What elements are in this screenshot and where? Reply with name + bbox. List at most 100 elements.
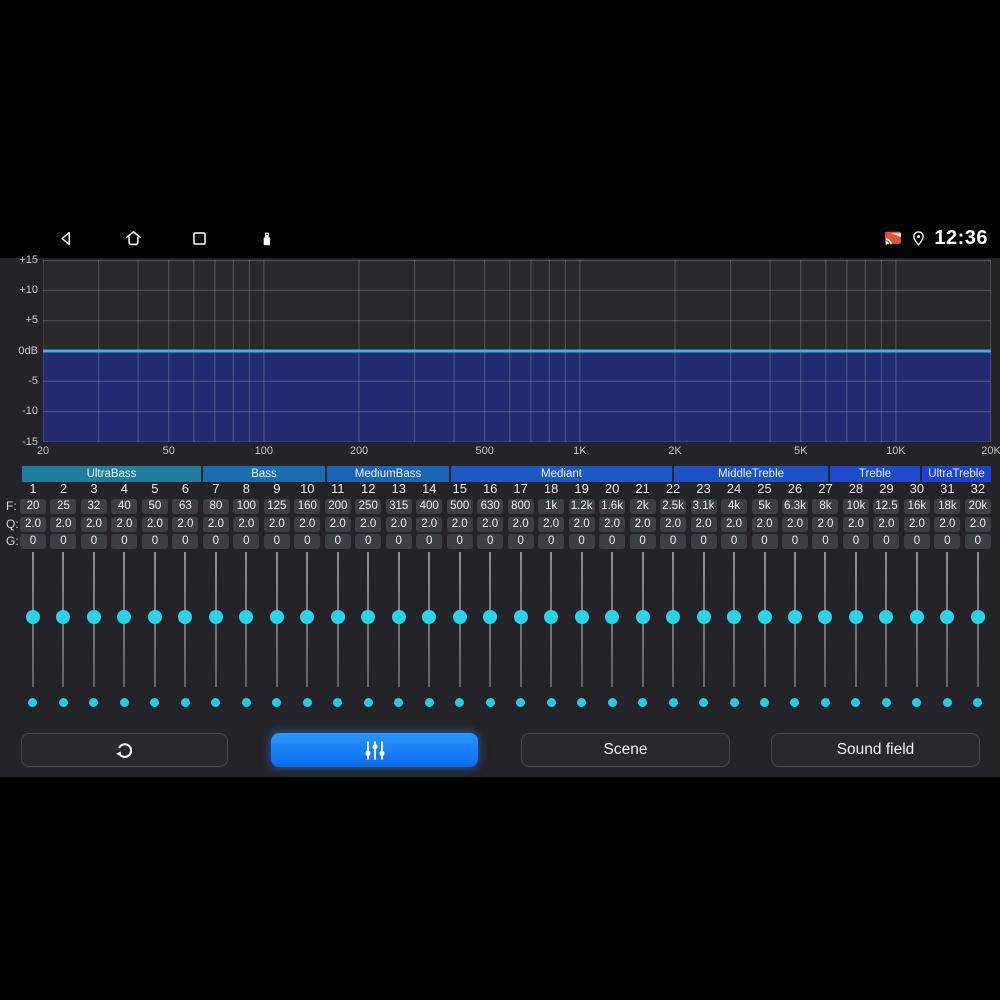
slider-knob[interactable]: [757, 610, 772, 624]
freq-value-box[interactable]: 800: [507, 499, 534, 514]
gain-value-box[interactable]: 0: [141, 534, 168, 549]
gain-value-box[interactable]: 0: [263, 534, 290, 549]
gain-value-box[interactable]: 0: [202, 534, 229, 549]
slider-knob[interactable]: [300, 610, 315, 624]
q-value-box[interactable]: 2.0: [507, 516, 534, 532]
gain-value-box[interactable]: 0: [873, 534, 900, 549]
gain-value-box[interactable]: 0: [233, 534, 260, 549]
home-icon[interactable]: [124, 229, 143, 248]
band-segment-ultratreble[interactable]: UltraTreble: [922, 466, 991, 482]
q-value-box[interactable]: 2.0: [80, 516, 107, 532]
gain-value-box[interactable]: 0: [19, 534, 46, 549]
freq-value-box[interactable]: 2k: [629, 499, 656, 514]
gain-value-box[interactable]: 0: [111, 534, 138, 549]
q-value-box[interactable]: 2.0: [202, 516, 229, 532]
freq-value-box[interactable]: 200: [324, 499, 351, 514]
band-segment-treble[interactable]: Treble: [830, 466, 920, 482]
band-segment-bass[interactable]: Bass: [203, 466, 325, 482]
slider-knob[interactable]: [422, 610, 437, 624]
slider-knob[interactable]: [879, 610, 894, 624]
gain-value-box[interactable]: 0: [172, 534, 199, 549]
gain-value-box[interactable]: 0: [355, 534, 382, 549]
freq-value-box[interactable]: 400: [416, 499, 443, 514]
slider-knob[interactable]: [605, 610, 620, 624]
slider-knob[interactable]: [178, 610, 193, 624]
slider-knob[interactable]: [574, 610, 589, 624]
q-value-box[interactable]: 2.0: [934, 516, 961, 532]
slider-knob[interactable]: [909, 610, 924, 624]
q-value-box[interactable]: 2.0: [812, 516, 839, 532]
gain-value-box[interactable]: 0: [964, 534, 991, 549]
q-value-box[interactable]: 2.0: [50, 516, 77, 532]
freq-value-box[interactable]: 80: [202, 499, 229, 514]
gain-value-box[interactable]: 0: [324, 534, 351, 549]
slider-knob[interactable]: [56, 610, 71, 624]
slider-knob[interactable]: [25, 610, 40, 624]
slider-knob[interactable]: [269, 610, 284, 624]
q-value-box[interactable]: 2.0: [355, 516, 382, 532]
gain-value-box[interactable]: 0: [751, 534, 778, 549]
q-value-box[interactable]: 2.0: [477, 516, 504, 532]
q-value-box[interactable]: 2.0: [324, 516, 351, 532]
slider-knob[interactable]: [117, 610, 132, 624]
slider-knob[interactable]: [361, 610, 376, 624]
q-value-box[interactable]: 2.0: [842, 516, 869, 532]
slider-knob[interactable]: [391, 610, 406, 624]
gain-value-box[interactable]: 0: [507, 534, 534, 549]
freq-value-box[interactable]: 50: [141, 499, 168, 514]
slider-knob[interactable]: [452, 610, 467, 624]
freq-value-box[interactable]: 3.1k: [690, 499, 717, 514]
band-segment-mediant[interactable]: Mediant: [451, 466, 672, 482]
slider-knob[interactable]: [239, 610, 254, 624]
q-value-box[interactable]: 2.0: [141, 516, 168, 532]
q-value-box[interactable]: 2.0: [385, 516, 412, 532]
q-value-box[interactable]: 2.0: [263, 516, 290, 532]
freq-value-box[interactable]: 315: [385, 499, 412, 514]
freq-value-box[interactable]: 250: [355, 499, 382, 514]
gain-value-box[interactable]: 0: [842, 534, 869, 549]
freq-value-box[interactable]: 8k: [812, 499, 839, 514]
gain-value-box[interactable]: 0: [721, 534, 748, 549]
slider-knob[interactable]: [970, 610, 985, 624]
q-value-box[interactable]: 2.0: [233, 516, 260, 532]
freq-value-box[interactable]: 500: [446, 499, 473, 514]
q-value-box[interactable]: 2.0: [599, 516, 626, 532]
q-value-box[interactable]: 2.0: [781, 516, 808, 532]
slider-knob[interactable]: [483, 610, 498, 624]
gain-value-box[interactable]: 0: [446, 534, 473, 549]
gain-value-box[interactable]: 0: [538, 534, 565, 549]
freq-value-box[interactable]: 1.6k: [599, 499, 626, 514]
gain-value-box[interactable]: 0: [385, 534, 412, 549]
slider-knob[interactable]: [513, 610, 528, 624]
q-value-box[interactable]: 2.0: [416, 516, 443, 532]
gain-value-box[interactable]: 0: [294, 534, 321, 549]
freq-value-box[interactable]: 630: [477, 499, 504, 514]
freq-value-box[interactable]: 12.5: [873, 499, 900, 514]
freq-value-box[interactable]: 1k: [538, 499, 565, 514]
gain-value-box[interactable]: 0: [934, 534, 961, 549]
sound-field-button[interactable]: Sound field: [771, 733, 980, 767]
recent-apps-icon[interactable]: [190, 229, 209, 248]
freq-value-box[interactable]: 160: [294, 499, 321, 514]
band-segment-ultrabass[interactable]: UltraBass: [22, 466, 201, 482]
gain-value-box[interactable]: 0: [50, 534, 77, 549]
gain-value-box[interactable]: 0: [477, 534, 504, 549]
slider-knob[interactable]: [848, 610, 863, 624]
freq-value-box[interactable]: 63: [172, 499, 199, 514]
q-value-box[interactable]: 2.0: [903, 516, 930, 532]
freq-value-box[interactable]: 4k: [721, 499, 748, 514]
slider-knob[interactable]: [696, 610, 711, 624]
q-value-box[interactable]: 2.0: [629, 516, 656, 532]
q-value-box[interactable]: 2.0: [873, 516, 900, 532]
reset-button[interactable]: [21, 733, 228, 767]
q-value-box[interactable]: 2.0: [538, 516, 565, 532]
slider-knob[interactable]: [635, 610, 650, 624]
equalizer-button[interactable]: [271, 733, 478, 767]
slider-knob[interactable]: [818, 610, 833, 624]
freq-value-box[interactable]: 40: [111, 499, 138, 514]
q-value-box[interactable]: 2.0: [690, 516, 717, 532]
freq-value-box[interactable]: 100: [233, 499, 260, 514]
freq-value-box[interactable]: 20: [19, 499, 46, 514]
slider-knob[interactable]: [544, 610, 559, 624]
slider-knob[interactable]: [86, 610, 101, 624]
